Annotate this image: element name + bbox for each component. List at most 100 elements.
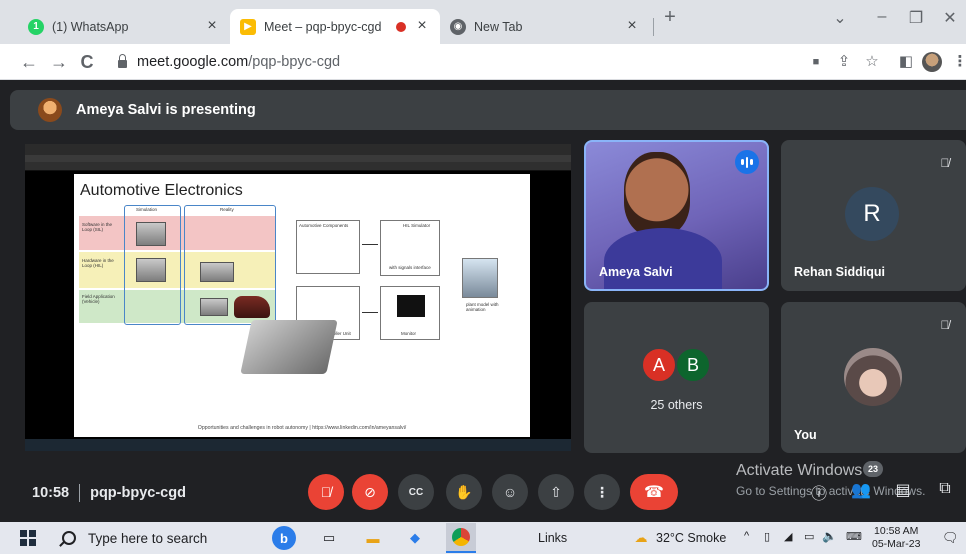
minimize-icon[interactable]: –: [872, 8, 892, 26]
monitor-box: Monitor: [380, 286, 440, 340]
sil-rack-image: [136, 222, 166, 246]
participant-name: Ameya Salvi: [599, 265, 673, 279]
participant-tile-you[interactable]: 🎙̸ You: [781, 302, 966, 453]
shared-browser-addressbar: [25, 155, 571, 162]
participant-tile-rehan[interactable]: 🎙̸ R Rehan Siddiqui: [781, 140, 966, 291]
search-icon: [62, 531, 76, 545]
file-explorer-icon[interactable]: ▬: [362, 528, 384, 548]
tab-title: (1) WhatsApp: [52, 19, 129, 34]
row-label-hil: Hardware in the Loop (HIL): [82, 258, 114, 268]
forward-icon[interactable]: →: [48, 51, 70, 73]
edge-icon[interactable]: ◆: [404, 528, 426, 548]
tab-whatsapp[interactable]: 1 (1) WhatsApp ×: [18, 9, 230, 44]
windows-start-icon[interactable]: [20, 530, 36, 546]
presenter-avatar: [38, 98, 62, 122]
shared-browser-tabbar: [25, 144, 571, 155]
automotive-components-label: Automotive Components: [299, 223, 349, 228]
close-window-icon[interactable]: ✕: [940, 8, 960, 28]
bing-icon[interactable]: b: [272, 526, 296, 550]
address-bar: ← → C meet.google.com/pqp-bpyc-cgd ■ ⇪ ☆…: [0, 44, 966, 80]
clock-time: 10:58 AM: [874, 525, 919, 537]
weather-icon[interactable]: ☁: [630, 528, 652, 548]
end-call-icon: ☎: [644, 484, 664, 501]
emoji-icon: ☺: [502, 484, 518, 500]
meeting-details-icon[interactable]: ⓘ: [808, 480, 830, 504]
reload-icon[interactable]: C: [76, 51, 98, 73]
reactions-button[interactable]: ☺: [492, 474, 528, 510]
close-tab-icon[interactable]: ×: [624, 18, 640, 34]
captions-button[interactable]: CC: [398, 474, 434, 510]
battery-icon[interactable]: ▭: [804, 530, 814, 543]
tray-app-icon[interactable]: ▯: [764, 530, 770, 543]
tab-strip: 1 (1) WhatsApp × ▶ Meet – pqp-bpyc-cgd ×…: [0, 0, 966, 44]
taskbar-clock[interactable]: 10:58 AM 05-Mar-23: [872, 525, 920, 551]
volume-icon[interactable]: 🔈: [822, 529, 837, 543]
network-icon[interactable]: ◢: [784, 530, 792, 543]
new-tab-icon[interactable]: +: [660, 6, 680, 29]
ecu-field-image: [200, 298, 228, 316]
more-options-button[interactable]: ⋮: [584, 474, 620, 510]
profile-avatar[interactable]: [922, 52, 942, 72]
row-label-field: Field Application (Vehicle): [82, 294, 115, 304]
close-tab-icon[interactable]: ×: [204, 18, 220, 34]
tab-title: New Tab: [474, 19, 523, 34]
url-bar[interactable]: meet.google.com/pqp-bpyc-cgd: [104, 49, 794, 75]
participant-tile-ameya[interactable]: Ameya Salvi: [584, 140, 769, 291]
camera-indicator-icon[interactable]: ■: [806, 53, 826, 71]
col-header-simulation: Simulation: [136, 207, 158, 212]
tab-search-chevron-icon[interactable]: ⌄: [830, 8, 850, 28]
chrome-icon: ◉: [450, 18, 466, 35]
keyboard-icon[interactable]: ⌨: [846, 530, 862, 543]
taskbar-search[interactable]: Type here to search: [52, 522, 270, 554]
links-toolbar[interactable]: Links: [538, 531, 567, 545]
menu-kebab-icon[interactable]: ⋮: [950, 53, 966, 71]
notification-center-icon[interactable]: 🗨: [942, 530, 959, 546]
raise-hand-button[interactable]: ✋: [446, 474, 482, 510]
activities-icon[interactable]: ⧉: [934, 480, 956, 498]
end-call-button[interactable]: ☎: [630, 474, 678, 510]
arrow: [362, 244, 378, 245]
side-panel-icon[interactable]: ◧: [896, 53, 916, 71]
automotive-components-box: Automotive Components: [296, 220, 360, 274]
signals-interface-label: with signals interface: [389, 265, 431, 270]
weather-text[interactable]: 32°C Smoke: [656, 531, 726, 545]
speaking-indicator-icon: [735, 150, 759, 174]
ecu-image: [200, 262, 234, 282]
present-button[interactable]: ⇧: [538, 474, 574, 510]
share-icon[interactable]: ⇪: [834, 53, 854, 71]
col-header-reality: Reality: [220, 207, 234, 212]
ecu-photo: [240, 320, 338, 374]
bookmark-star-icon[interactable]: ☆: [862, 53, 882, 71]
menu-kebab-icon: ⋮: [595, 483, 609, 500]
tray-chevron-icon[interactable]: ^: [744, 530, 749, 542]
people-icon[interactable]: 👥: [850, 480, 872, 500]
divider: [79, 484, 81, 502]
presentation-slide: Automotive Electronics Software in the L…: [74, 174, 530, 437]
tab-meet[interactable]: ▶ Meet – pqp-bpyc-cgd ×: [230, 9, 440, 44]
participant-tile-others[interactable]: A B 25 others: [584, 302, 769, 453]
tab-separator: [653, 18, 654, 36]
mic-off-button[interactable]: 🎙̸: [308, 474, 344, 510]
participant-video-face: [624, 152, 690, 236]
search-placeholder: Type here to search: [88, 530, 208, 546]
restore-icon[interactable]: ❐: [906, 8, 926, 28]
others-count: 25 others: [650, 398, 703, 412]
task-view-icon[interactable]: ▭: [318, 528, 340, 548]
presenter-text: Ameya Salvi is presenting: [76, 102, 256, 118]
whatsapp-icon: 1: [28, 18, 44, 35]
close-tab-icon[interactable]: ×: [414, 18, 430, 34]
camera-off-button[interactable]: ⊘: [352, 474, 388, 510]
tab-new-tab[interactable]: ◉ New Tab ×: [440, 9, 650, 44]
plant-model-label: plant model with animation: [466, 302, 499, 312]
windows-taskbar: Type here to search b ▭ ▬ ◆ Links ☁ 32°C…: [0, 522, 966, 554]
present-screen-icon: ⇧: [550, 483, 562, 500]
participant-name: Rehan Siddiqui: [794, 265, 885, 279]
meet-stage: Ameya Salvi is presenting Automotive Ele…: [0, 80, 966, 522]
slide-footer: Opportunities and challenges in robot au…: [197, 425, 407, 431]
chrome-taskbar-icon[interactable]: [446, 523, 476, 553]
back-icon[interactable]: ←: [18, 51, 40, 73]
activate-windows-title: Activate Windows: [736, 462, 863, 479]
avatar: R: [845, 187, 899, 241]
chat-icon[interactable]: ▤: [892, 480, 914, 500]
camera-off-icon: ⊘: [364, 483, 376, 500]
